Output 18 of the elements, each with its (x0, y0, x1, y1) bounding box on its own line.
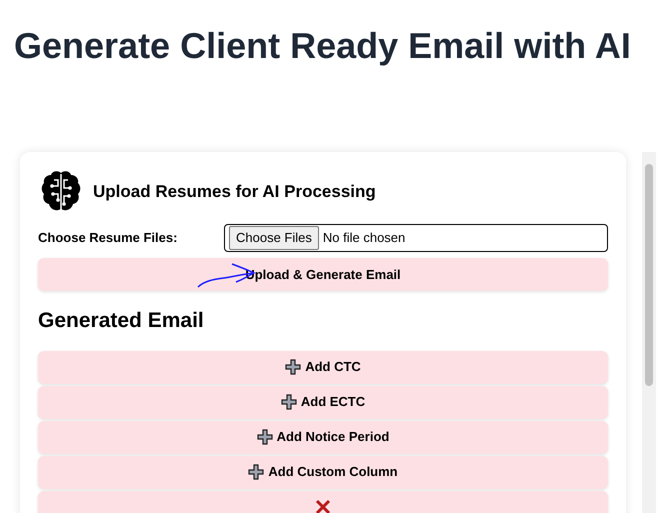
add-field-button[interactable]: Add Custom Column (38, 456, 608, 488)
file-input[interactable]: Choose Files No file chosen (224, 224, 608, 252)
plus-icon (280, 394, 297, 410)
plus-icon (248, 464, 264, 480)
card-heading: Upload Resumes for AI Processing (93, 181, 376, 204)
file-status: No file chosen (322, 229, 406, 248)
add-field-button[interactable]: Add ECTC (38, 386, 608, 418)
scrollbar-thumb[interactable] (645, 164, 653, 386)
add-field-button[interactable]: Add Notice Period (38, 420, 608, 454)
section-heading: Generated Email (38, 308, 205, 334)
cross-icon (315, 499, 331, 513)
scrollbar[interactable] (642, 152, 656, 513)
choose-files-button[interactable]: Choose Files (229, 226, 319, 250)
plus-icon (256, 429, 273, 445)
file-label: Choose Resume Files: (38, 229, 178, 248)
page-title: Generate Client Ready Email with AI (14, 24, 632, 68)
add-field-button[interactable]: Add CTC (38, 350, 608, 384)
plus-icon (285, 359, 302, 375)
